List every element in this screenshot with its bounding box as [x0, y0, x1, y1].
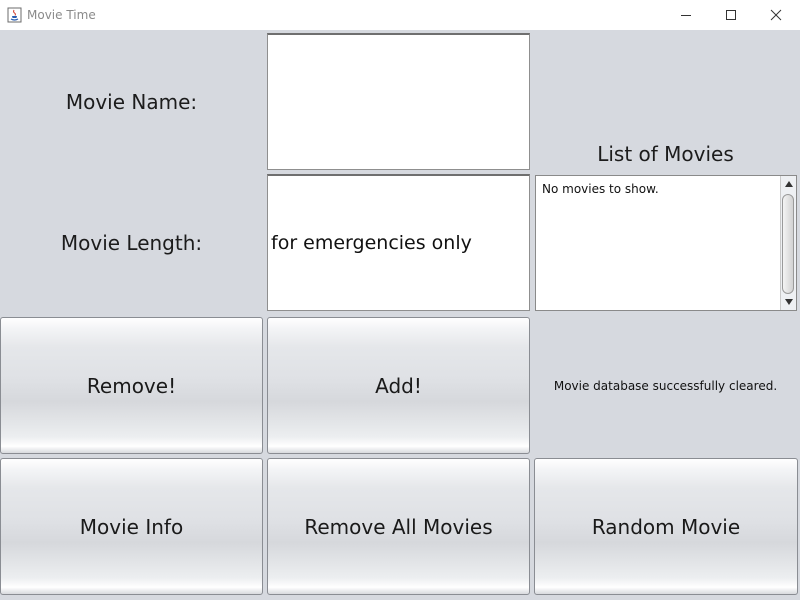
maximize-icon: [726, 10, 736, 20]
movie-list-scrollbar[interactable]: [780, 176, 796, 310]
movie-length-value: for emergencies only: [271, 232, 472, 254]
arrow-up-icon: [784, 181, 793, 187]
remove-all-movies-button[interactable]: Remove All Movies: [267, 458, 530, 595]
remove-button[interactable]: Remove!: [0, 317, 263, 454]
movie-name-label: Movie Name:: [65, 89, 198, 114]
app-window: Movie Time Movie Name: List of Movies Mo…: [0, 0, 800, 600]
add-button[interactable]: Add!: [267, 317, 530, 454]
movie-list-content: No movies to show.: [542, 182, 659, 196]
window-title: Movie Time: [27, 8, 96, 22]
close-button[interactable]: [753, 0, 799, 30]
scroll-down-button[interactable]: [781, 294, 796, 310]
status-message: Movie database successfully cleared.: [553, 378, 778, 393]
list-of-movies-heading: List of Movies: [597, 142, 734, 166]
title-bar[interactable]: Movie Time: [0, 0, 800, 30]
arrow-down-icon: [784, 299, 793, 305]
java-cup-icon: [7, 7, 22, 23]
minimize-icon: [681, 15, 691, 16]
minimize-button[interactable]: [663, 0, 709, 30]
movie-info-button[interactable]: Movie Info: [0, 458, 263, 595]
maximize-button[interactable]: [708, 0, 754, 30]
close-icon: [770, 9, 782, 21]
movie-length-field[interactable]: for emergencies only: [267, 174, 530, 311]
random-movie-button[interactable]: Random Movie: [534, 458, 798, 595]
movie-name-field[interactable]: [267, 33, 530, 170]
movie-length-label: Movie Length:: [60, 230, 203, 255]
movie-list-area[interactable]: No movies to show.: [535, 175, 797, 311]
scroll-thumb[interactable]: [782, 194, 794, 294]
scroll-up-button[interactable]: [781, 176, 796, 192]
content-panel: Movie Name: List of Movies Movie Length:…: [0, 30, 800, 600]
